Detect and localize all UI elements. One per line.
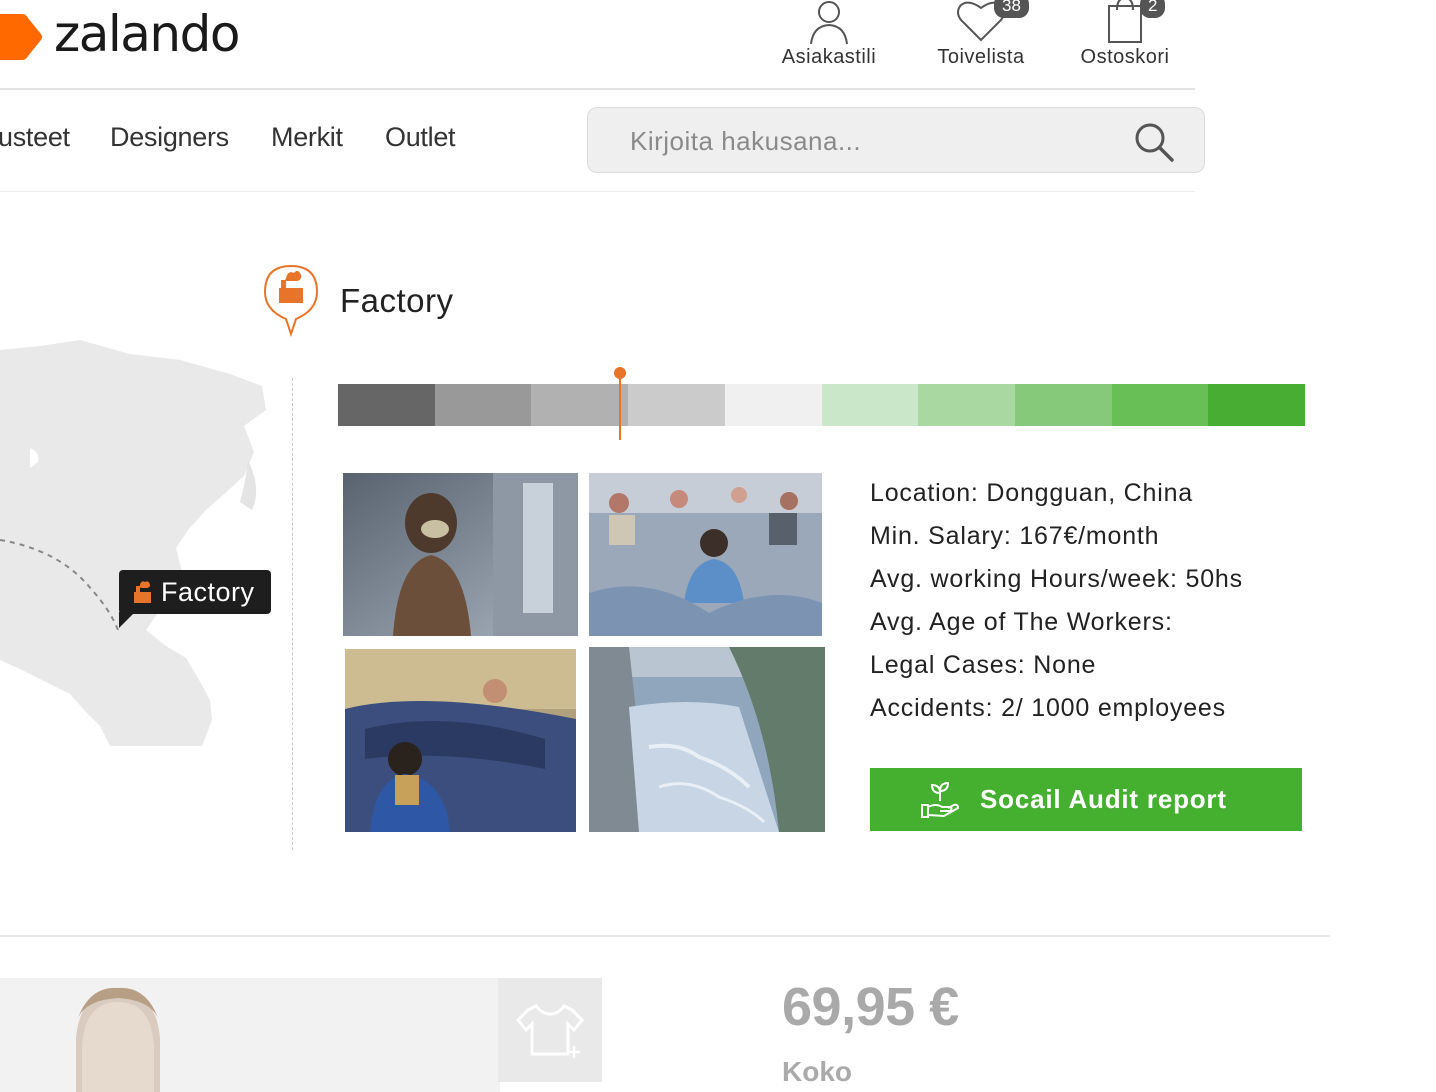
factory-title: Factory <box>340 282 454 319</box>
rating-scale-segment <box>1014 384 1112 426</box>
rating-marker-dot <box>614 367 627 379</box>
rating-marker-line <box>619 372 622 440</box>
section-divider <box>292 378 293 850</box>
rating-scale-segment <box>338 384 435 426</box>
rating-scale-segment <box>434 384 532 426</box>
account-label: Asiakastili <box>781 46 877 68</box>
nav-item-brands[interactable]: Merkit <box>271 122 343 153</box>
cart-count-badge: 2 <box>1140 0 1166 18</box>
factory-photo-worker-mask[interactable] <box>343 473 578 636</box>
product-image[interactable] <box>0 978 500 1092</box>
map-label-text: Factory <box>161 576 255 607</box>
factory-pin-icon <box>262 264 320 343</box>
rating-scale-segment <box>1208 384 1306 426</box>
info-worker-age: Avg. Age of The Workers: <box>870 608 1173 636</box>
search-input[interactable] <box>628 118 1112 164</box>
nav-item-clothing[interactable]: usteet <box>0 122 70 153</box>
rating-scale <box>338 384 1306 426</box>
map-label-pointer <box>119 612 135 628</box>
audit-button-label: Socail Audit report <box>980 784 1227 814</box>
info-working-hours: Avg. working Hours/week: 50hs <box>870 565 1243 593</box>
info-accidents: Accidents: 2/ 1000 employees <box>870 694 1226 722</box>
nav-divider <box>0 191 1195 192</box>
factory-photo-polluted-river[interactable] <box>589 647 825 832</box>
map-factory-label[interactable]: Factory <box>119 570 271 628</box>
rating-scale-segment <box>531 384 629 426</box>
info-min-salary: Min. Salary: 167€/month <box>870 522 1160 550</box>
cart-label: Ostoskori <box>1080 46 1170 68</box>
social-audit-report-button[interactable]: Socail Audit report <box>870 768 1302 831</box>
factory-photo-sleeping-workers[interactable] <box>345 649 576 832</box>
rating-scale-segment <box>724 384 822 426</box>
tshirt-plus-icon <box>515 1004 585 1058</box>
account-button[interactable]: Asiakastili <box>774 0 884 69</box>
wishlist-count-badge: 38 <box>994 0 1029 18</box>
search-box <box>587 107 1205 173</box>
info-location: Location: Dongguan, China <box>870 479 1194 507</box>
add-to-wardrobe-button[interactable] <box>498 978 602 1082</box>
nav-item-designers[interactable]: Designers <box>110 122 229 153</box>
size-label: Koko <box>782 1056 852 1087</box>
product-price: 69,95 € <box>782 977 959 1037</box>
world-map <box>0 340 268 750</box>
zalando-logo-text[interactable]: zalando <box>54 4 240 64</box>
info-legal-cases: Legal Cases: None <box>870 651 1097 679</box>
factory-info: Location: Dongguan, China Min. Salary: 1… <box>870 472 1243 730</box>
rating-scale-segment <box>628 384 725 426</box>
rating-scale-segment <box>918 384 1015 426</box>
nav-item-outlet[interactable]: Outlet <box>385 122 456 153</box>
rating-scale-segment <box>821 384 919 426</box>
hand-plant-icon <box>921 781 960 818</box>
search-icon[interactable] <box>1132 120 1176 169</box>
user-icon <box>810 1 848 45</box>
rating-scale-segment <box>1111 384 1209 426</box>
header-divider <box>0 88 1195 90</box>
cart-button[interactable]: 2 Ostoskori <box>1070 0 1180 69</box>
section-divider-bottom <box>0 935 1330 937</box>
wishlist-label: Toivelista <box>937 46 1025 68</box>
zalando-logo-icon[interactable] <box>0 12 42 62</box>
wishlist-button[interactable]: 38 Toivelista <box>926 0 1036 69</box>
factory-photo-sewing-room[interactable] <box>589 473 822 636</box>
factory-icon <box>134 581 151 603</box>
